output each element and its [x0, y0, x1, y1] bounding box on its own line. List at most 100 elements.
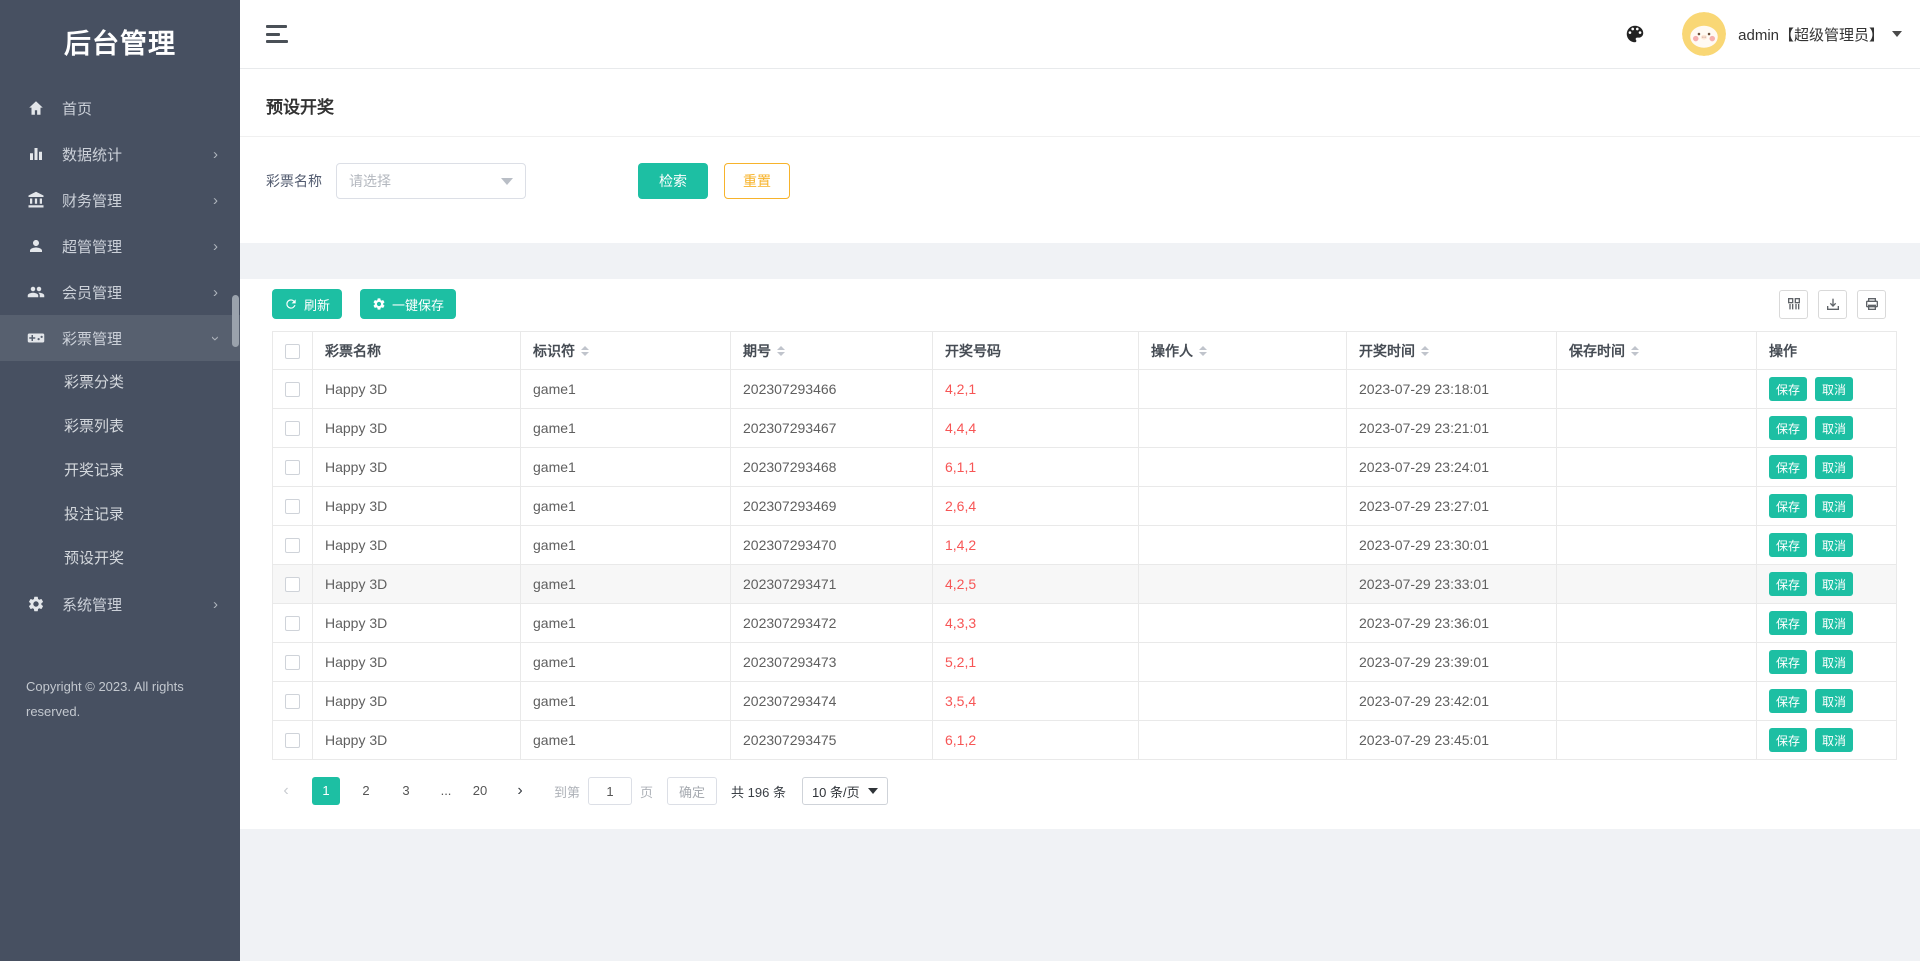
- row-checkbox[interactable]: [285, 538, 300, 554]
- sidebar: 后台管理 首页 数据统计 › 财务管理 › 超管管理 › 会员管理 › 彩票管理 › 彩票分类 彩票列表…: [0, 0, 240, 961]
- row-save-button[interactable]: 保存: [1769, 689, 1808, 713]
- row-save-button[interactable]: 保存: [1769, 650, 1808, 674]
- page-size-select[interactable]: 10 条/页: [801, 777, 888, 805]
- page-button-20[interactable]: 20: [466, 777, 494, 805]
- reset-button[interactable]: 重置: [724, 163, 790, 199]
- row-cancel-button[interactable]: 取消: [1815, 572, 1854, 596]
- page-size-label: 10 条/页: [811, 784, 860, 800]
- print-button[interactable]: [1857, 289, 1886, 319]
- row-save-button[interactable]: 保存: [1769, 416, 1808, 440]
- sort-icon[interactable]: [1421, 345, 1429, 356]
- save-all-button[interactable]: 一键保存: [360, 289, 457, 319]
- lottery-name-select[interactable]: 请选择: [336, 163, 526, 199]
- cell-code: game1: [520, 525, 731, 565]
- column-header-operator[interactable]: 操作人: [1138, 331, 1347, 370]
- cell-actions: 保存 取消: [1756, 603, 1897, 643]
- jump-prefix: 到第: [554, 784, 581, 800]
- avatar[interactable]: [1682, 12, 1727, 56]
- table-row: Happy 3D game1 202307293473 5,2,1 2023-07-29…: [272, 642, 1897, 682]
- submenu-item[interactable]: 预设开奖: [0, 537, 240, 581]
- row-save-button[interactable]: 保存: [1769, 377, 1808, 401]
- row-save-button[interactable]: 保存: [1769, 494, 1808, 518]
- submenu-item[interactable]: 彩票列表: [0, 405, 240, 449]
- column-header-code[interactable]: 标识符: [520, 331, 731, 370]
- jump-confirm-button[interactable]: 确定: [667, 777, 718, 805]
- export-button[interactable]: [1818, 289, 1847, 319]
- row-cancel-button[interactable]: 取消: [1815, 533, 1854, 557]
- cell-actions: 保存 取消: [1756, 369, 1897, 409]
- row-checkbox[interactable]: [285, 421, 300, 437]
- sidebar-item-system[interactable]: 系统管理 ›: [0, 581, 240, 627]
- table-row: Happy 3D game1 202307293475 6,1,2 2023-07-29…: [272, 720, 1897, 760]
- row-cancel-button[interactable]: 取消: [1815, 494, 1854, 518]
- user-menu[interactable]: admin【超级管理员】: [1726, 24, 1902, 45]
- sort-icon[interactable]: [1199, 345, 1207, 356]
- filter-row: 彩票名称 请选择 检索 重置: [240, 137, 1920, 243]
- row-cancel-button[interactable]: 取消: [1815, 728, 1854, 752]
- row-checkbox[interactable]: [285, 616, 300, 632]
- sidebar-scrollbar-thumb[interactable]: [232, 295, 239, 347]
- sort-icon[interactable]: [777, 345, 785, 356]
- row-cancel-button[interactable]: 取消: [1815, 650, 1854, 674]
- row-save-button[interactable]: 保存: [1769, 572, 1808, 596]
- jump-suffix: 页: [640, 784, 654, 800]
- submenu-item[interactable]: 开奖记录: [0, 449, 240, 493]
- theme-palette-icon[interactable]: [1622, 21, 1648, 47]
- row-checkbox[interactable]: [285, 655, 300, 671]
- row-checkbox[interactable]: [285, 499, 300, 515]
- chevron-right-icon: ›: [213, 283, 218, 301]
- chevron-right-icon: ›: [213, 191, 218, 209]
- refresh-button[interactable]: 刷新: [272, 289, 343, 319]
- table-row: Happy 3D game1 202307293467 4,4,4 2023-07-29…: [272, 408, 1897, 448]
- row-checkbox[interactable]: [285, 460, 300, 476]
- row-cancel-button[interactable]: 取消: [1815, 416, 1854, 440]
- sidebar-item-finance[interactable]: 财务管理 ›: [0, 177, 240, 223]
- row-checkbox[interactable]: [285, 733, 300, 749]
- sort-icon[interactable]: [1631, 345, 1639, 356]
- cell-operator: [1138, 603, 1347, 643]
- page-button-1[interactable]: 1: [312, 777, 340, 805]
- row-checkbox[interactable]: [285, 694, 300, 710]
- sidebar-item-lottery[interactable]: 彩票管理 ›: [0, 315, 240, 361]
- row-cancel-button[interactable]: 取消: [1815, 689, 1854, 713]
- row-save-button[interactable]: 保存: [1769, 611, 1808, 635]
- page-button-2[interactable]: 2: [352, 777, 380, 805]
- page-title: 预设开奖: [266, 98, 334, 117]
- column-header-save_time[interactable]: 保存时间: [1556, 331, 1757, 370]
- row-select-cell: [272, 447, 313, 487]
- cell-draw-time: 2023-07-29 23:18:01: [1346, 369, 1557, 409]
- sort-icon[interactable]: [581, 345, 589, 356]
- column-header-name: 彩票名称: [312, 331, 521, 370]
- sidebar-item-members[interactable]: 会员管理 ›: [0, 269, 240, 315]
- row-save-button[interactable]: 保存: [1769, 728, 1808, 752]
- gamepad-icon: [26, 328, 46, 348]
- submenu-item[interactable]: 彩票分类: [0, 361, 240, 405]
- column-header-draw_time[interactable]: 开奖时间: [1346, 331, 1557, 370]
- cell-lottery-name: Happy 3D: [312, 525, 521, 565]
- select-all-checkbox[interactable]: [285, 343, 300, 359]
- next-page-button[interactable]: ›: [506, 777, 534, 805]
- sidebar-item-label: 系统管理: [62, 596, 123, 614]
- columns-toggle-button[interactable]: [1779, 289, 1808, 319]
- page-ellipsis: ...: [440, 783, 452, 798]
- cell-lottery-name: Happy 3D: [312, 681, 521, 721]
- search-button[interactable]: 检索: [638, 163, 708, 199]
- row-save-button[interactable]: 保存: [1769, 533, 1808, 557]
- row-save-button[interactable]: 保存: [1769, 455, 1808, 479]
- row-select-cell: [272, 603, 313, 643]
- row-checkbox[interactable]: [285, 577, 300, 593]
- row-cancel-button[interactable]: 取消: [1815, 455, 1854, 479]
- row-checkbox[interactable]: [285, 382, 300, 398]
- submenu-item[interactable]: 投注记录: [0, 493, 240, 537]
- sidebar-item-admins[interactable]: 超管管理 ›: [0, 223, 240, 269]
- sidebar-item-stats[interactable]: 数据统计 ›: [0, 131, 240, 177]
- row-cancel-button[interactable]: 取消: [1815, 377, 1854, 401]
- row-cancel-button[interactable]: 取消: [1815, 611, 1854, 635]
- column-header-issue[interactable]: 期号: [730, 331, 933, 370]
- page-jump-input[interactable]: [588, 777, 633, 805]
- sidebar-item-home[interactable]: 首页: [0, 85, 240, 131]
- page-button-3[interactable]: 3: [392, 777, 420, 805]
- cell-draw-time: 2023-07-29 23:36:01: [1346, 603, 1557, 643]
- cell-lottery-name: Happy 3D: [312, 369, 521, 409]
- sidebar-collapse-icon[interactable]: [266, 25, 290, 43]
